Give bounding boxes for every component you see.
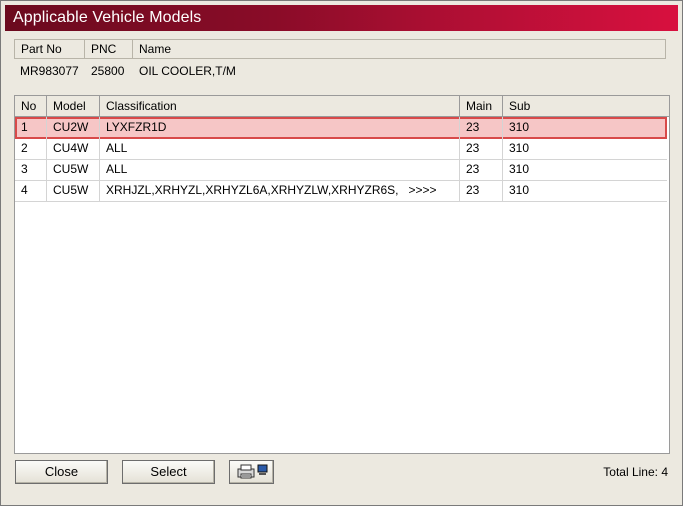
- table-row[interactable]: 3 CU5W ALL 23 310: [15, 159, 667, 181]
- print-button[interactable]: [229, 460, 274, 484]
- cell-main: 23: [460, 159, 503, 180]
- cell-no: 4: [15, 180, 47, 201]
- name-header: Name: [139, 42, 172, 56]
- total-line-status: Total Line: 4: [603, 465, 668, 479]
- cell-model: CU2W: [47, 117, 100, 138]
- table-row[interactable]: 1 CU2W LYXFZR1D 23 310: [15, 117, 667, 139]
- cell-model: CU5W: [47, 159, 100, 180]
- cell-no: 1: [15, 117, 47, 138]
- col-header-model[interactable]: Model: [47, 96, 100, 116]
- table-row[interactable]: 4 CU5W XRHJZL,XRHYZL,XRHYZL6A,XRHYZLW,XR…: [15, 180, 667, 202]
- close-button[interactable]: Close: [15, 460, 108, 484]
- cell-sub: 310: [509, 183, 530, 197]
- grid-header: No Model Classification Main Sub: [15, 96, 669, 117]
- cell-model: CU4W: [47, 138, 100, 159]
- col-header-no[interactable]: No: [15, 96, 47, 116]
- pnc-header: PNC: [85, 40, 133, 58]
- cell-main: 23: [460, 138, 503, 159]
- vehicle-models-grid[interactable]: No Model Classification Main Sub 1 CU2W …: [14, 95, 670, 454]
- part-no-value: MR983077: [20, 64, 79, 78]
- col-header-sub[interactable]: Sub: [503, 96, 667, 116]
- cell-model: CU5W: [47, 180, 100, 201]
- cell-no: 3: [15, 159, 47, 180]
- cell-sub: 310: [509, 120, 530, 134]
- dialog-window: Applicable Vehicle Models Part No PNC Na…: [0, 0, 683, 506]
- cell-no: 2: [15, 138, 47, 159]
- col-header-classification[interactable]: Classification: [100, 96, 460, 116]
- cell-classification: ALL: [100, 138, 460, 159]
- select-button[interactable]: Select: [122, 460, 215, 484]
- table-row[interactable]: 2 CU4W ALL 23 310: [15, 138, 667, 160]
- cell-sub: 310: [509, 141, 530, 155]
- pnc-value: 25800: [91, 64, 125, 78]
- part-no-header: Part No: [15, 40, 85, 58]
- cell-main: 23: [460, 117, 503, 138]
- window-title: Applicable Vehicle Models: [13, 9, 202, 26]
- part-header-row: Part No PNC Name: [14, 39, 666, 59]
- cell-sub: 310: [509, 162, 530, 176]
- cell-main: 23: [460, 180, 503, 201]
- part-name-value: OIL COOLER,T/M: [139, 64, 236, 78]
- title-bar[interactable]: Applicable Vehicle Models: [5, 5, 678, 31]
- cell-classification: XRHJZL,XRHYZL,XRHYZL6A,XRHYZLW,XRHYZR6S,…: [100, 180, 460, 201]
- col-header-main[interactable]: Main: [460, 96, 503, 116]
- part-info-panel: Part No PNC Name MR983077 25800 OIL COOL…: [14, 39, 666, 89]
- printer-icon: [237, 464, 267, 479]
- cell-classification: ALL: [100, 159, 460, 180]
- cell-classification: LYXFZR1D: [100, 117, 460, 138]
